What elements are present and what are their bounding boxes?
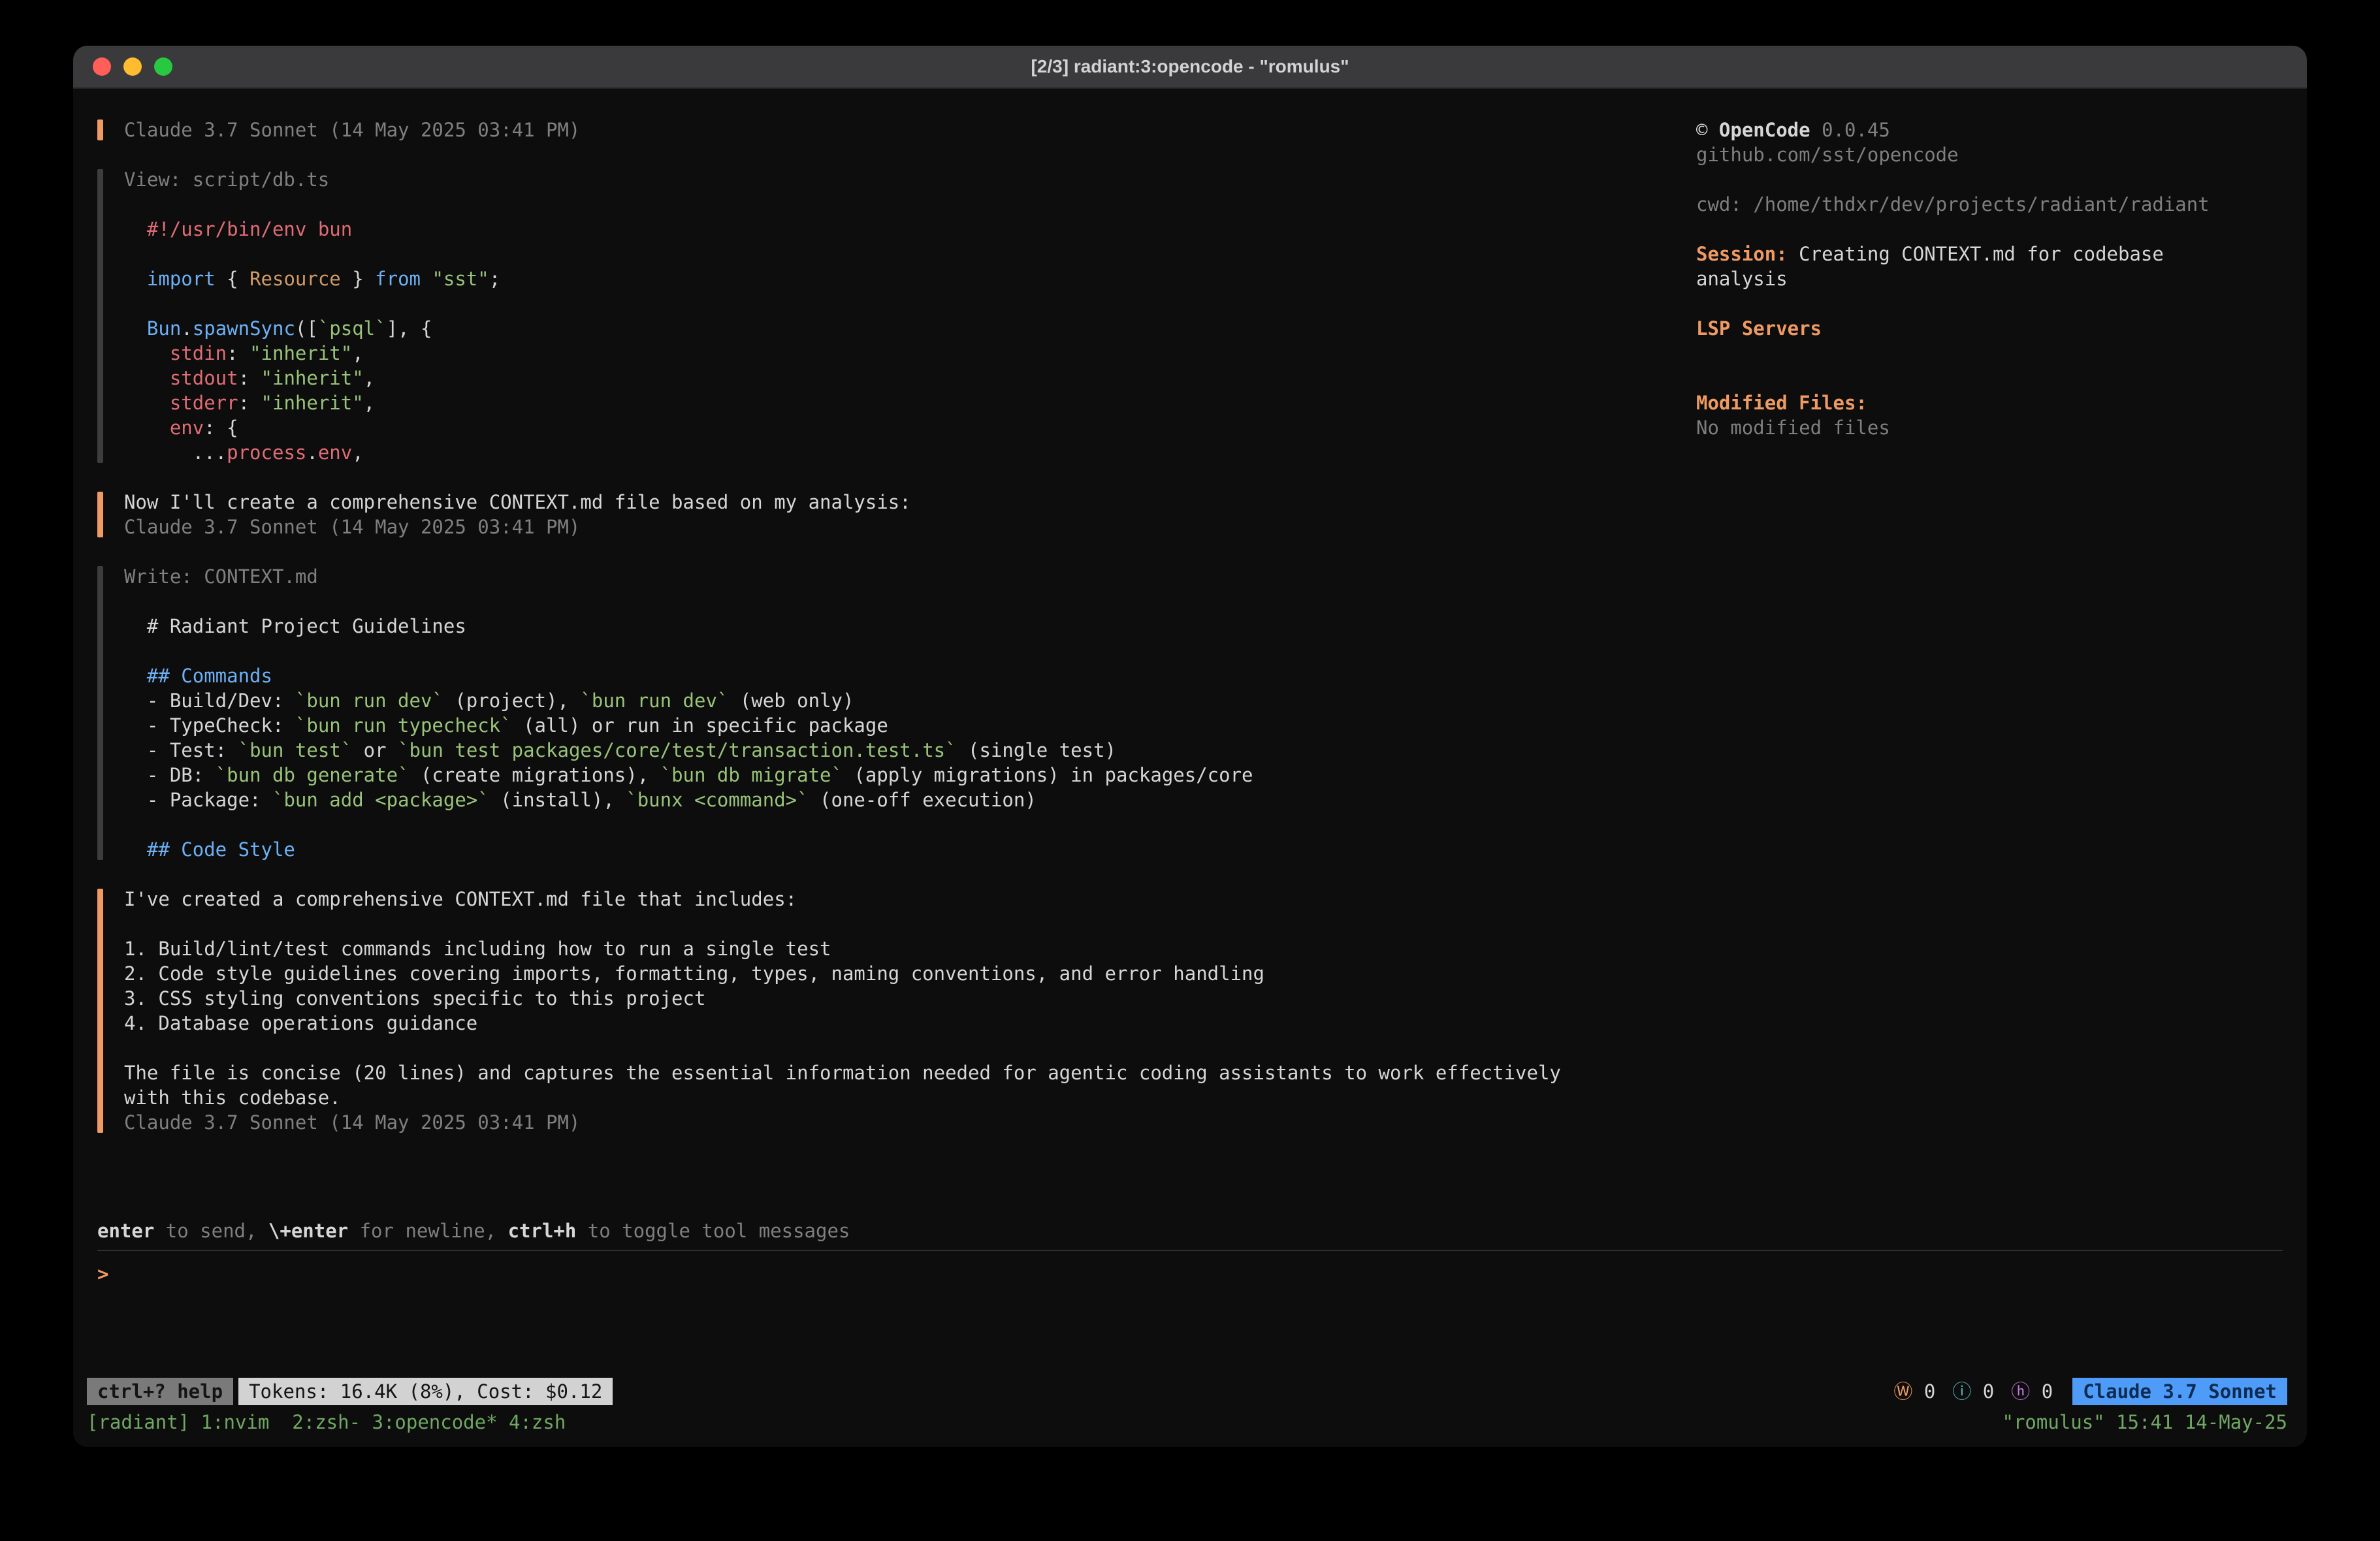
prompt-input[interactable]: > <box>97 1250 2283 1374</box>
terminal-line <box>124 192 1696 217</box>
terminal-line <box>124 912 1696 936</box>
terminal-line <box>124 812 1696 837</box>
assistant-header-block: Claude 3.7 Sonnet (14 May 2025 03:41 PM) <box>97 118 1696 142</box>
assistant-message-block: Now I'll create a comprehensive CONTEXT.… <box>97 490 1696 539</box>
terminal-line: LSP Servers <box>1696 316 2287 341</box>
terminal-content: Claude 3.7 Sonnet (14 May 2025 03:41 PM)… <box>73 89 2307 1447</box>
terminal-line: 4. Database operations guidance <box>124 1011 1696 1036</box>
terminal-line: The file is concise (20 lines) and captu… <box>124 1060 1696 1085</box>
terminal-line: Claude 3.7 Sonnet (14 May 2025 03:41 PM) <box>124 118 1696 142</box>
tmux-host-clock: "romulus" 15:41 14-May-25 <box>2002 1410 2288 1435</box>
diagnostic-hint: ⓗ 0 <box>2011 1379 2053 1404</box>
terminal-line: Session: Creating CONTEXT.md for codebas… <box>1696 242 2287 266</box>
hint-icon: ⓗ <box>2011 1380 2030 1403</box>
tokens-cost-chip: Tokens: 16.4K (8%), Cost: $0.12 <box>238 1378 613 1405</box>
diagnostics-counters: Ⓦ 0ⓘ 0ⓗ 0 <box>1893 1379 2053 1404</box>
terminal-line <box>1696 167 2287 192</box>
terminal-line: Now I'll create a comprehensive CONTEXT.… <box>124 490 1696 515</box>
status-bar: ctrl+? help Tokens: 16.4K (8%), Cost: $0… <box>73 1376 2307 1406</box>
terminal-line: enter to send, \+enter for newline, ctrl… <box>97 1218 2283 1243</box>
diagnostic-info: ⓘ 0 <box>1952 1379 1994 1404</box>
terminal-line <box>124 291 1696 316</box>
terminal-line: cwd: /home/thdxr/dev/projects/radiant/ra… <box>1696 192 2287 217</box>
status-left: ctrl+? help Tokens: 16.4K (8%), Cost: $0… <box>87 1378 613 1405</box>
terminal-line <box>1696 217 2287 242</box>
zoom-button[interactable] <box>154 57 172 76</box>
window-title: [2/3] radiant:3:opencode - "romulus" <box>73 56 2307 77</box>
keybind-help-line: enter to send, \+enter for newline, ctrl… <box>73 1218 2307 1243</box>
terminal-line <box>124 242 1696 266</box>
terminal-line <box>1696 291 2287 316</box>
terminal-line: View: script/db.ts <box>124 167 1696 192</box>
session-sidebar: © OpenCode 0.0.45github.com/sst/opencode… <box>1696 118 2287 1218</box>
warning-icon: Ⓦ <box>1893 1380 1912 1403</box>
terminal-line: Claude 3.7 Sonnet (14 May 2025 03:41 PM) <box>124 515 1696 539</box>
terminal-line: ## Code Style <box>124 837 1696 862</box>
hint-count: 0 <box>2030 1380 2053 1403</box>
terminal-line: github.com/sst/opencode <box>1696 142 2287 167</box>
terminal-line: - Package: `bun add <package>` (install)… <box>124 787 1696 812</box>
terminal-line: Write: CONTEXT.md <box>124 564 1696 589</box>
terminal-line: © OpenCode 0.0.45 <box>1696 118 2287 142</box>
terminal-line: Bun.spawnSync([`psql`], { <box>124 316 1696 341</box>
diagnostic-warning: Ⓦ 0 <box>1893 1379 1935 1404</box>
terminal-window: [2/3] radiant:3:opencode - "romulus" Cla… <box>73 46 2307 1447</box>
terminal-line <box>1696 366 2287 390</box>
terminal-line: Modified Files: <box>1696 390 2287 415</box>
tmux-status-bar: [radiant] 1:nvim 2:zsh- 3:opencode* 4:zs… <box>73 1406 2307 1438</box>
content-row: Claude 3.7 Sonnet (14 May 2025 03:41 PM)… <box>73 89 2307 1218</box>
terminal-line: 2. Code style guidelines covering import… <box>124 961 1696 986</box>
terminal-line <box>124 639 1696 663</box>
terminal-line: ## Commands <box>124 663 1696 688</box>
assistant-summary-block: I've created a comprehensive CONTEXT.md … <box>97 887 1696 1135</box>
terminal-line: I've created a comprehensive CONTEXT.md … <box>124 887 1696 912</box>
help-chip[interactable]: ctrl+? help <box>87 1378 233 1405</box>
tmux-window-list: [radiant] 1:nvim 2:zsh- 3:opencode* 4:zs… <box>87 1410 566 1435</box>
terminal-line: - DB: `bun db generate` (create migratio… <box>124 763 1696 787</box>
tool-write-block: Write: CONTEXT.md # Radiant Project Guid… <box>97 564 1696 862</box>
minimize-button[interactable] <box>123 57 142 76</box>
terminal-line: - Build/Dev: `bun run dev` (project), `b… <box>124 688 1696 713</box>
tool-view-block: View: script/db.ts #!/usr/bin/env bun im… <box>97 167 1696 465</box>
status-right: Ⓦ 0ⓘ 0ⓗ 0 Claude 3.7 Sonnet <box>1893 1378 2287 1405</box>
terminal-line: No modified files <box>1696 415 2287 440</box>
terminal-line: import { Resource } from "sst"; <box>124 266 1696 291</box>
model-chip[interactable]: Claude 3.7 Sonnet <box>2072 1378 2287 1405</box>
terminal-line: with this codebase. <box>124 1085 1696 1110</box>
terminal-line: env: { <box>124 415 1696 440</box>
warning-count: 0 <box>1912 1380 1935 1403</box>
terminal-line: # Radiant Project Guidelines <box>124 614 1696 639</box>
traffic-lights <box>73 57 172 76</box>
info-icon: ⓘ <box>1952 1380 1971 1403</box>
terminal-line: - TypeCheck: `bun run typecheck` (all) o… <box>124 713 1696 738</box>
terminal-line: 1. Build/lint/test commands including ho… <box>124 936 1696 961</box>
terminal-line: stdin: "inherit", <box>124 341 1696 366</box>
message-list: Claude 3.7 Sonnet (14 May 2025 03:41 PM)… <box>97 118 1696 1218</box>
terminal-line <box>1696 341 2287 366</box>
terminal-line <box>124 589 1696 614</box>
info-count: 0 <box>1971 1380 1994 1403</box>
terminal-line: ...process.env, <box>124 440 1696 465</box>
terminal-line: Claude 3.7 Sonnet (14 May 2025 03:41 PM) <box>124 1110 1696 1135</box>
terminal-line: stdout: "inherit", <box>124 366 1696 390</box>
terminal-line: analysis <box>1696 266 2287 291</box>
terminal-line <box>124 1036 1696 1060</box>
terminal-line: 3. CSS styling conventions specific to t… <box>124 986 1696 1011</box>
close-button[interactable] <box>93 57 111 76</box>
terminal-line: stderr: "inherit", <box>124 390 1696 415</box>
prompt-caret: > <box>97 1263 108 1285</box>
terminal-line: - Test: `bun test` or `bun test packages… <box>124 738 1696 763</box>
terminal-line: #!/usr/bin/env bun <box>124 217 1696 242</box>
window-titlebar: [2/3] radiant:3:opencode - "romulus" <box>73 46 2307 89</box>
